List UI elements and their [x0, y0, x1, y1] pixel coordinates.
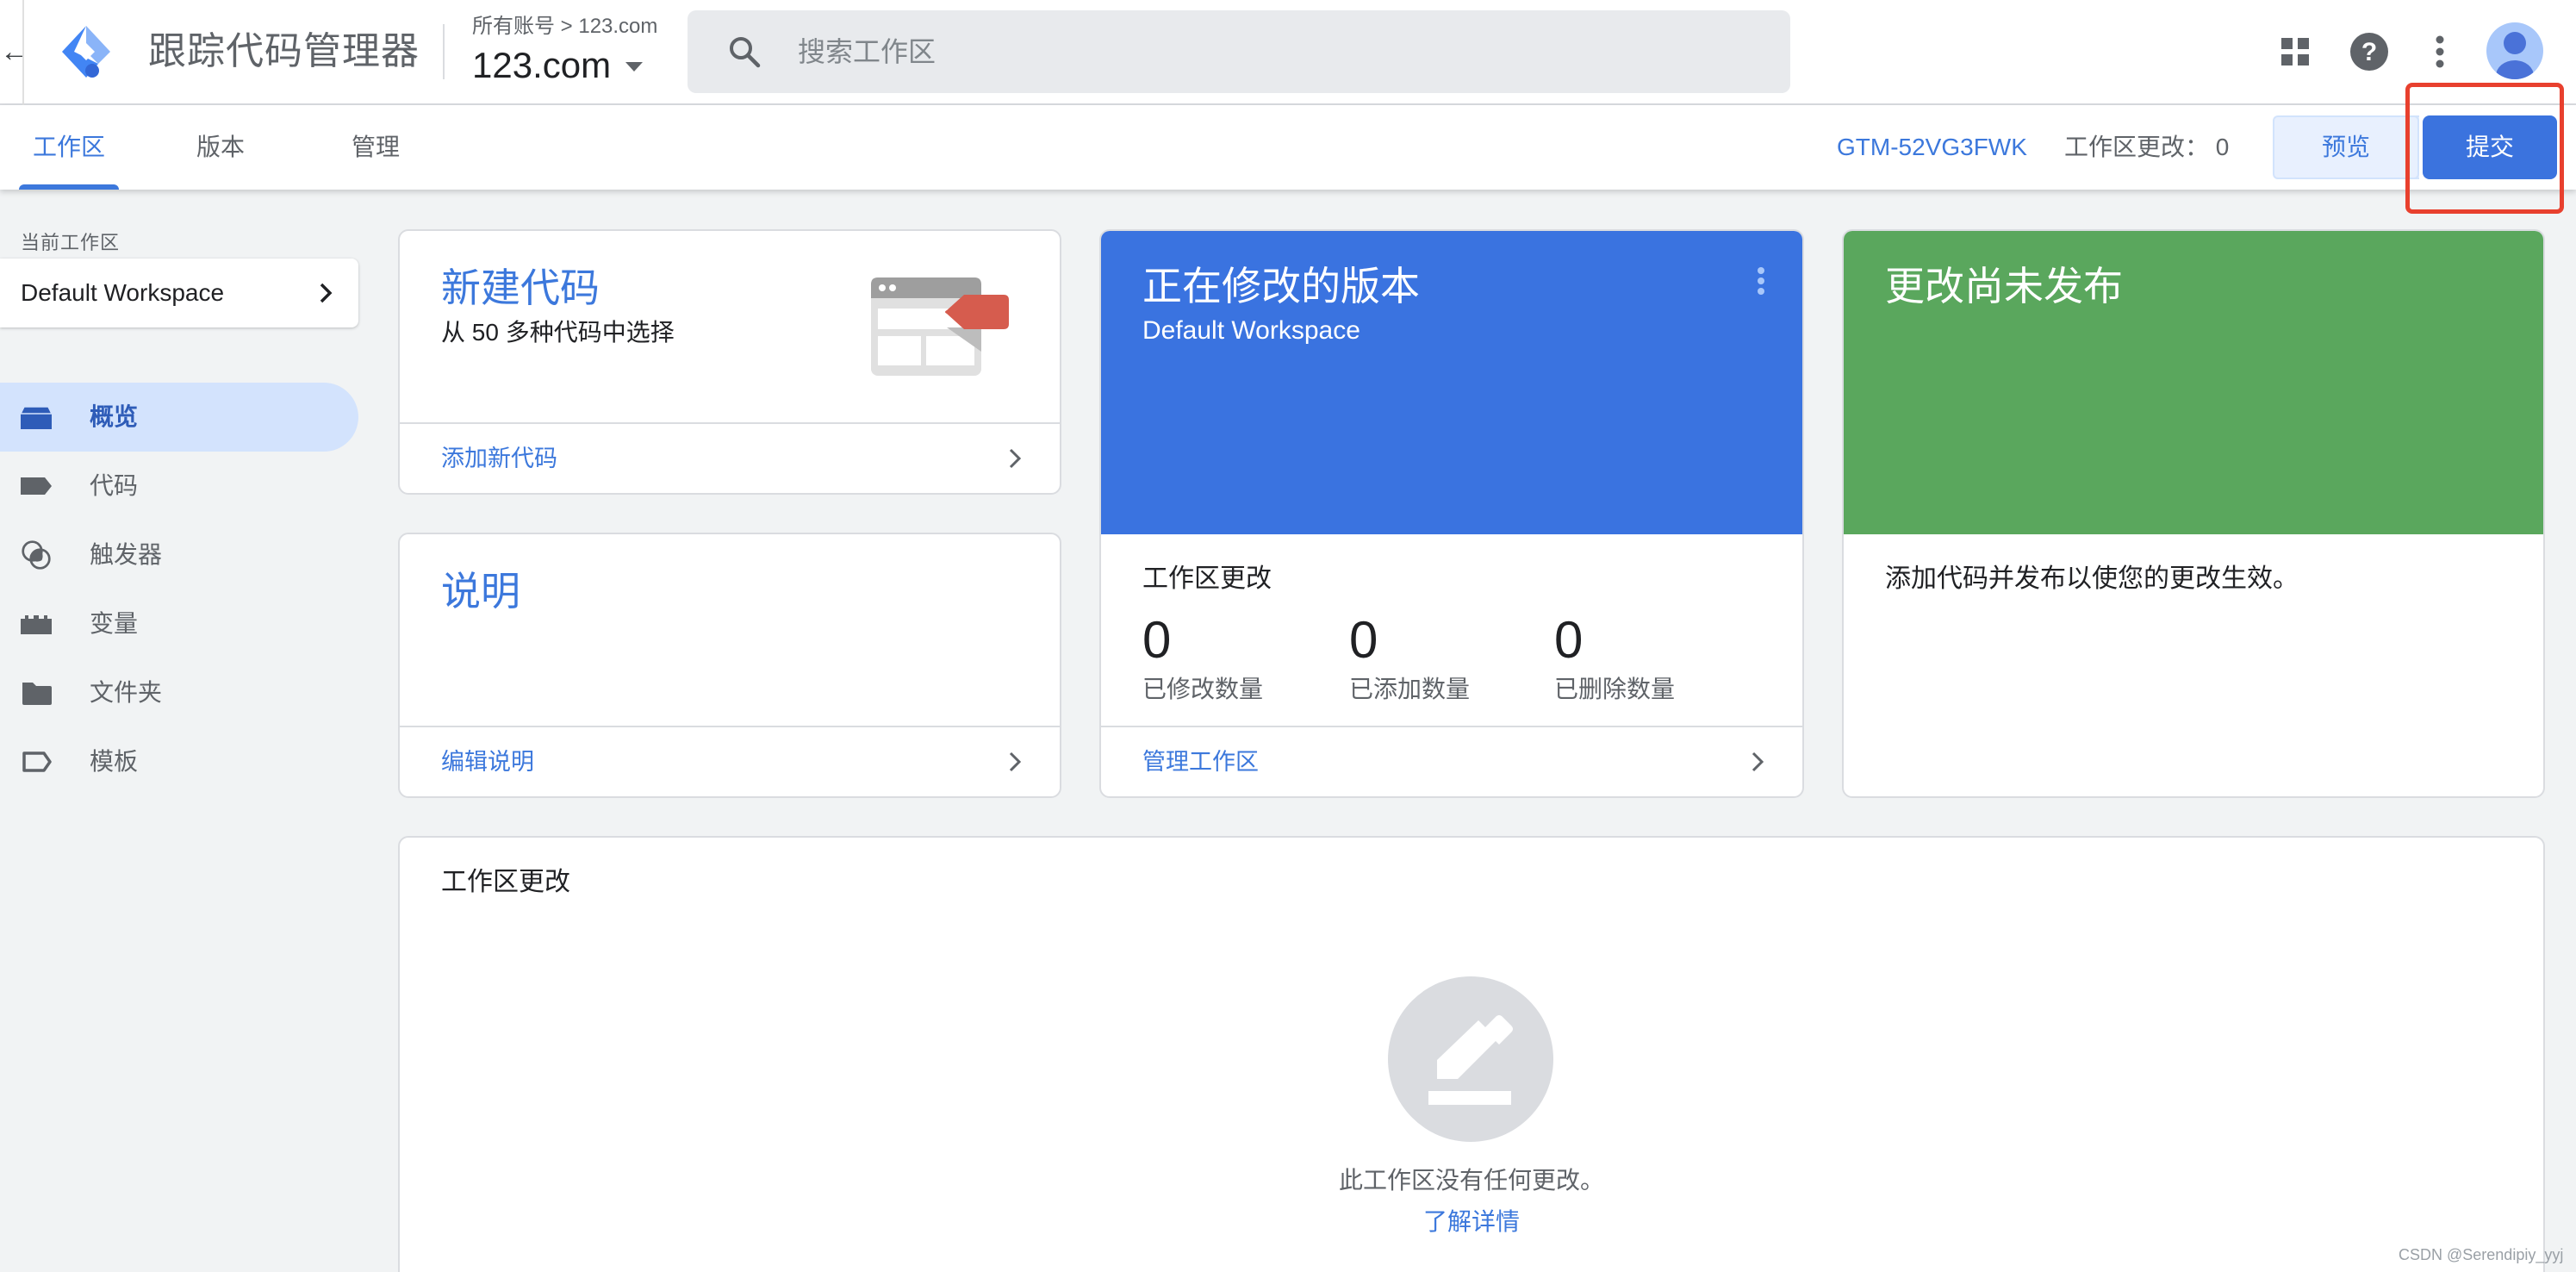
- arrow-back-icon: ←: [0, 35, 29, 68]
- add-new-tag-link[interactable]: 添加新代码: [441, 424, 557, 493]
- edit-description-row[interactable]: 编辑说明: [400, 726, 1060, 796]
- chevron-right-icon: [1009, 448, 1022, 469]
- current-workspace-label: 当前工作区: [21, 232, 121, 253]
- unpublished-changes-card: 更改尚未发布 添加代码并发布以使您的更改生效。: [1842, 229, 2545, 798]
- sidebar-item-tags[interactable]: 代码: [0, 452, 358, 521]
- sidebar-item-label: 模板: [90, 748, 139, 775]
- more-vert-icon[interactable]: [1754, 265, 1768, 300]
- sidebar-item-label: 变量: [90, 610, 139, 637]
- folder-icon: [22, 683, 52, 705]
- sidebar-item-folders[interactable]: 文件夹: [0, 658, 358, 727]
- tab-versions[interactable]: 版本: [188, 105, 253, 190]
- account-avatar[interactable]: [2486, 22, 2543, 79]
- sidebar-item-triggers[interactable]: 触发器: [0, 521, 358, 589]
- sidebar-item-variables[interactable]: 变量: [0, 589, 358, 658]
- apps-grid-icon[interactable]: [2268, 24, 2323, 79]
- workspace-search[interactable]: [688, 10, 1790, 93]
- learn-more-link-row: 了解详情: [400, 1205, 2543, 1239]
- stat-value: 0: [1554, 611, 1584, 669]
- card-title: 工作区更改: [441, 868, 570, 896]
- manage-workspaces-link[interactable]: 管理工作区: [1142, 727, 1259, 796]
- tag-icon: [21, 477, 52, 495]
- card-title: 说明: [441, 569, 520, 614]
- workspace-changes-count: 工作区更改： 0: [2064, 134, 2230, 160]
- workspace-selector[interactable]: Default Workspace: [0, 259, 358, 327]
- stat-deleted: 0 已删除数量: [1554, 610, 1675, 707]
- help-icon[interactable]: ?: [2342, 24, 2397, 79]
- card-subtitle: 从 50 多种代码中选择: [441, 319, 675, 346]
- unpublished-message: 添加代码并发布以使您的更改生效。: [1885, 564, 2299, 593]
- sidebar-item-templates[interactable]: 模板: [0, 727, 358, 796]
- unpublished-card-header: 更改尚未发布: [1844, 231, 2543, 534]
- stat-value: 0: [1142, 611, 1172, 669]
- learn-more-link[interactable]: 了解详情: [1423, 1208, 1520, 1235]
- workspace-name: Default Workspace: [1142, 316, 1360, 345]
- variable-icon: [21, 615, 52, 634]
- stat-modified: 0 已修改数量: [1142, 610, 1263, 707]
- stat-label: 已添加数量: [1349, 676, 1471, 702]
- caret-down-icon[interactable]: [625, 62, 643, 72]
- chevron-right-icon: [1752, 751, 1764, 772]
- stat-label: 已删除数量: [1554, 676, 1676, 702]
- manage-workspaces-row[interactable]: 管理工作区: [1101, 726, 1802, 796]
- sidebar-item-label: 触发器: [90, 541, 163, 568]
- container-switcher[interactable]: 123.com: [472, 41, 611, 90]
- workspace-changes-card: 工作区更改 此工作区没有任何更改。 了解详情: [398, 836, 2545, 1272]
- edit-description-link[interactable]: 编辑说明: [441, 727, 534, 796]
- tab-workspace[interactable]: 工作区: [19, 105, 119, 190]
- card-title[interactable]: 新建代码: [441, 262, 600, 314]
- stat-label: 已修改数量: [1142, 676, 1264, 702]
- container-id-link[interactable]: GTM-52VG3FWK: [1837, 105, 2027, 190]
- submit-button[interactable]: 提交: [2423, 115, 2557, 179]
- search-input[interactable]: [798, 10, 1745, 93]
- back-button[interactable]: ←: [0, 31, 29, 72]
- section-title: 工作区更改: [1142, 564, 1272, 593]
- app-title: 跟踪代码管理器: [148, 30, 420, 72]
- edit-pencil-icon: [1388, 976, 1553, 1142]
- card-title: 正在修改的版本: [1142, 264, 1420, 309]
- workspace-toolbar: 工作区 版本 管理 GTM-52VG3FWK 工作区更改： 0 预览 提交: [0, 105, 2576, 190]
- tab-admin[interactable]: 管理: [343, 105, 408, 190]
- tag-illustration-icon: [871, 277, 1009, 376]
- sidebar-item-label: 文件夹: [90, 679, 163, 706]
- watermark: CSDN @Serendipiy_yyj: [2399, 1246, 2564, 1263]
- person-icon: [2496, 32, 2534, 79]
- version-card-header: 正在修改的版本 Default Workspace: [1101, 231, 1802, 534]
- search-icon: [730, 37, 761, 68]
- chevron-right-icon: [320, 283, 333, 303]
- preview-button[interactable]: 预览: [2273, 115, 2419, 179]
- divider: [443, 24, 445, 79]
- svg-text:?: ?: [2361, 38, 2377, 66]
- stat-added: 0 已添加数量: [1349, 610, 1470, 707]
- top-app-bar: ← 跟踪代码管理器 所有账号 > 123.com 123.com ?: [0, 0, 2576, 105]
- overview-icon: [19, 406, 53, 429]
- sidebar-item-label: 概览: [90, 403, 139, 430]
- empty-state-message: 此工作区没有任何更改。: [1338, 1167, 1604, 1194]
- description-card: 说明 编辑说明: [398, 533, 1061, 798]
- add-new-tag-row[interactable]: 添加新代码: [400, 422, 1060, 493]
- workspace-name: Default Workspace: [21, 279, 225, 306]
- stat-value: 0: [1349, 611, 1378, 669]
- new-tag-card: 新建代码 从 50 多种代码中选择 添加新代码: [398, 229, 1061, 495]
- sidebar-item-label: 代码: [90, 472, 139, 499]
- template-icon: [22, 751, 52, 772]
- gtm-logo-icon: [62, 26, 110, 78]
- divider: [22, 0, 24, 105]
- account-breadcrumb[interactable]: 所有账号 > 123.com: [472, 14, 657, 40]
- sidebar-item-overview[interactable]: 概览: [0, 383, 358, 452]
- trigger-icon: [22, 540, 51, 570]
- current-version-card: 正在修改的版本 Default Workspace 工作区更改 0 已修改数量 …: [1099, 229, 1804, 798]
- chevron-right-icon: [1009, 751, 1022, 772]
- more-vert-icon[interactable]: [2412, 24, 2467, 79]
- card-title: 更改尚未发布: [1885, 264, 2123, 309]
